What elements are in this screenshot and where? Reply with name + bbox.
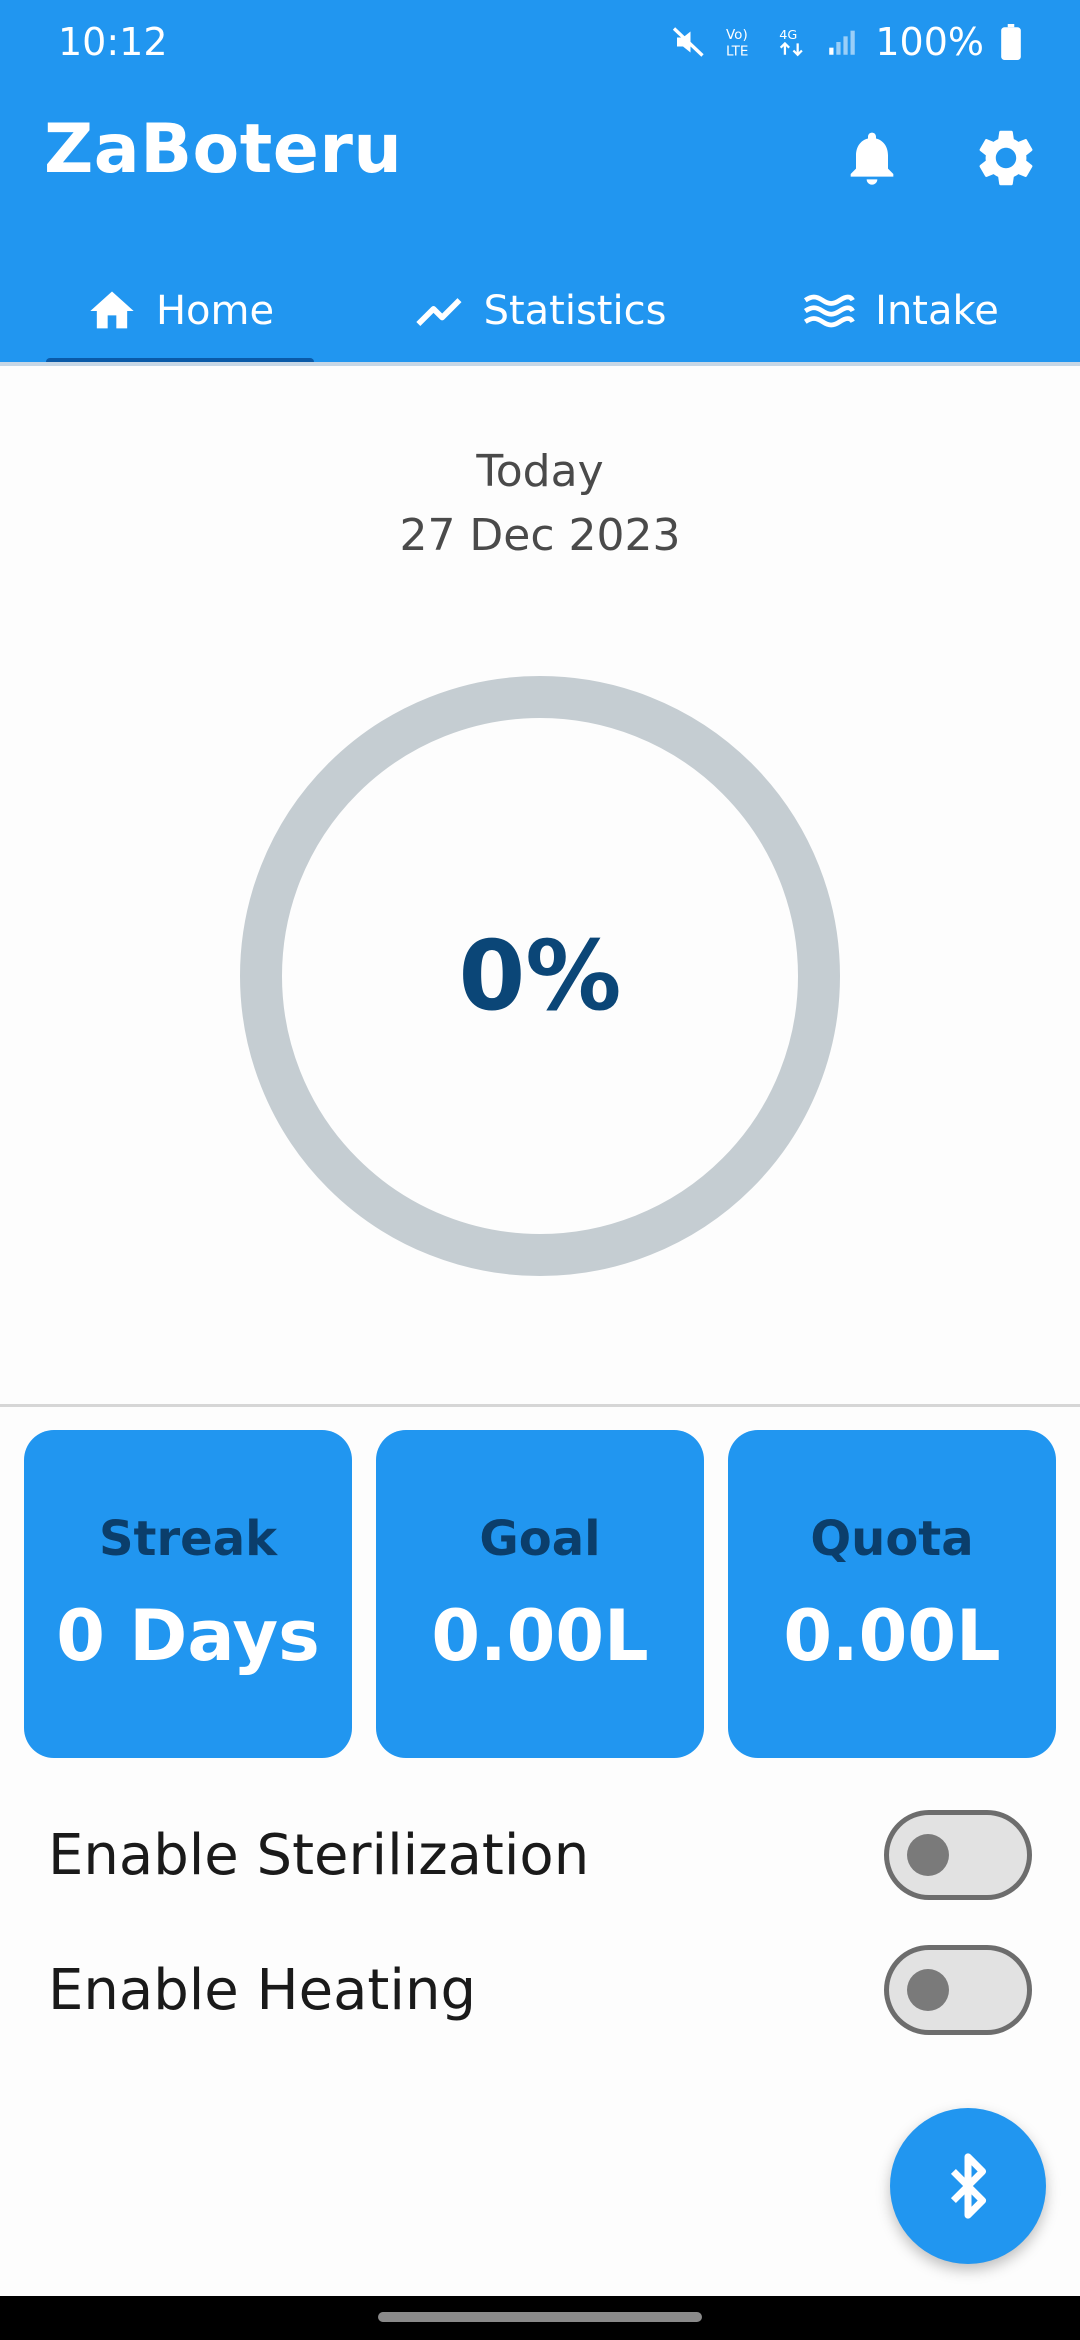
goal-value: 0.00L: [431, 1595, 649, 1677]
mute-icon: [671, 24, 707, 60]
section-divider: [0, 1404, 1080, 1407]
svg-text:LTE: LTE: [726, 44, 748, 60]
goal-label: Goal: [479, 1511, 601, 1567]
streak-card: Streak 0 Days: [24, 1430, 352, 1758]
tab-statistics-label: Statistics: [483, 288, 667, 334]
gear-icon: [979, 130, 1033, 186]
svg-text:4G: 4G: [780, 28, 798, 43]
switch-knob: [907, 1834, 949, 1876]
sterilization-label: Enable Sterilization: [48, 1822, 590, 1888]
switch-knob: [907, 1969, 949, 2011]
home-icon: [90, 291, 134, 329]
battery-icon: [1000, 24, 1022, 60]
bell-icon: [850, 132, 894, 185]
volte-icon: Vo) LTE: [723, 24, 759, 60]
system-nav-bar: [0, 2296, 1080, 2340]
tab-home[interactable]: Home: [0, 258, 360, 366]
stat-cards: Streak 0 Days Goal 0.00L Quota 0.00L: [24, 1430, 1056, 1758]
sterilization-row: Enable Sterilization: [48, 1800, 1032, 1910]
app-actions: [834, 120, 1044, 196]
status-icons: Vo) LTE 4G 100%: [671, 20, 1022, 64]
screen: 10:12 Vo) LTE 4G 100% ZaBoteru Home Stat…: [0, 0, 1080, 2340]
progress-percent: 0%: [458, 920, 622, 1032]
streak-label: Streak: [98, 1511, 278, 1567]
4g-icon: 4G: [775, 24, 809, 60]
battery-percent: 100%: [875, 20, 984, 64]
tab-bar: Home Statistics Intake: [0, 258, 1080, 366]
settings-button[interactable]: [968, 120, 1044, 196]
tab-statistics[interactable]: Statistics: [360, 258, 720, 364]
bluetooth-fab[interactable]: [890, 2108, 1046, 2264]
goal-card: Goal 0.00L: [376, 1430, 704, 1758]
tab-home-label: Home: [155, 288, 275, 334]
quota-value: 0.00L: [783, 1595, 1001, 1677]
trending-icon: [415, 298, 462, 326]
quota-label: Quota: [810, 1511, 974, 1567]
status-bar: 10:12 Vo) LTE 4G 100%: [0, 0, 1080, 84]
home-gesture-handle[interactable]: [378, 2312, 702, 2322]
svg-text:Vo): Vo): [726, 27, 748, 43]
app-bar: ZaBoteru Home Statistics Intake: [0, 84, 1080, 366]
date-label: Today: [476, 446, 604, 497]
date-value: 27 Dec 2023: [399, 510, 681, 561]
heating-row: Enable Heating: [48, 1935, 1032, 2045]
signal-icon: [825, 24, 859, 60]
status-time: 10:12: [58, 20, 168, 64]
quota-card: Quota 0.00L: [728, 1430, 1056, 1758]
sterilization-switch[interactable]: [884, 1810, 1032, 1900]
bluetooth-icon: [950, 2153, 987, 2219]
heating-label: Enable Heating: [48, 1957, 476, 2023]
tab-intake-label: Intake: [875, 288, 999, 334]
tab-intake[interactable]: Intake: [720, 258, 1080, 364]
date-block: Today 27 Dec 2023: [0, 440, 1080, 568]
streak-value: 0 Days: [56, 1595, 320, 1677]
heating-switch[interactable]: [884, 1945, 1032, 2035]
appbar-divider: [0, 362, 1080, 366]
notifications-button[interactable]: [834, 120, 910, 196]
waves-icon: [804, 294, 855, 328]
app-title: ZaBoteru: [44, 110, 403, 189]
